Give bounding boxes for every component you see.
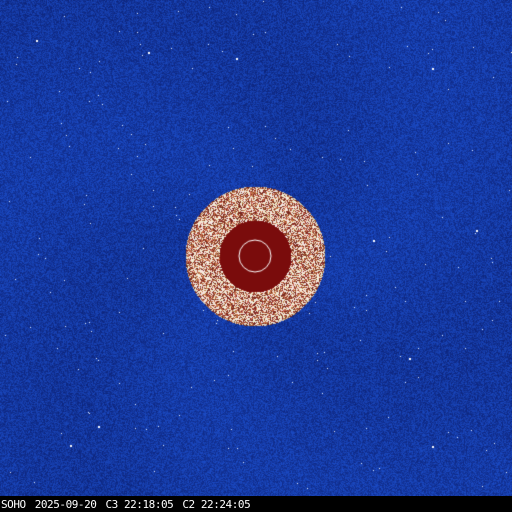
c2-timestamp: C2 22:24:05 (182, 497, 251, 511)
observatory-label: SOHO (1, 497, 26, 511)
c3-timestamp: C3 22:18:05 (105, 497, 174, 511)
date-label: 2025-09-20 (34, 497, 97, 511)
caption-bar: SOHO 2025-09-20 C3 22:18:05 C2 22:24:05 (0, 496, 512, 512)
coronagraph-composite-image: SOHO 2025-09-20 C3 22:18:05 C2 22:24:05 (0, 0, 512, 512)
lasco-c2-c3-coronagraph-frame (0, 0, 512, 496)
